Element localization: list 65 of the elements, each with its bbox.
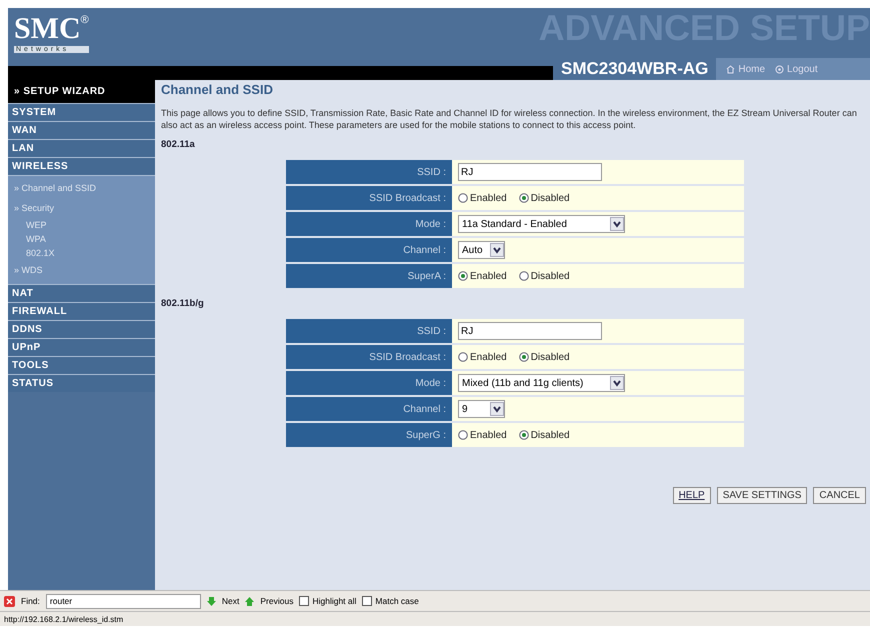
- registered-mark: ®: [80, 14, 89, 26]
- model-name: SMC2304WBR-AG: [560, 58, 710, 80]
- radio-label: Enabled: [470, 270, 507, 282]
- checkbox-label: Match case: [375, 596, 419, 606]
- cancel-button[interactable]: CANCEL: [813, 487, 866, 504]
- radio-button[interactable]: [518, 193, 529, 203]
- nav-section[interactable]: FIREWALL: [8, 302, 155, 320]
- dropdown[interactable]: 11a Standard - Enabled: [458, 215, 625, 233]
- radio-button[interactable]: [458, 271, 468, 281]
- radio-button[interactable]: [518, 271, 529, 281]
- field-label: SSID Broadcast :: [286, 186, 452, 212]
- field-label: SSID :: [286, 319, 452, 345]
- radio-button[interactable]: [518, 352, 529, 362]
- checkbox[interactable]: [299, 596, 310, 606]
- radio-button[interactable]: [458, 193, 468, 203]
- nav-section[interactable]: WIRELESS: [8, 157, 155, 175]
- radio-label: Enabled: [470, 192, 507, 204]
- ssid-field[interactable]: RJ: [458, 163, 602, 181]
- field-label: Channel :: [286, 238, 452, 264]
- section-heading: 802.11b/g: [161, 298, 205, 309]
- field-label: Mode :: [286, 212, 452, 238]
- checkbox[interactable]: [362, 596, 372, 606]
- previous-button[interactable]: Previous: [260, 596, 294, 606]
- radio-label: Disabled: [530, 430, 570, 440]
- field-label: Mode :: [286, 371, 452, 397]
- radio-label: Disabled: [530, 352, 570, 362]
- dropdown[interactable]: Auto: [458, 241, 505, 259]
- next-button[interactable]: Next: [222, 596, 240, 606]
- setup-wizard-link[interactable]: » SETUP WIZARD: [8, 80, 155, 103]
- help-button[interactable]: HELP: [672, 487, 711, 504]
- dropdown[interactable]: 9: [458, 400, 505, 418]
- nav-section[interactable]: STATUS: [8, 374, 155, 392]
- field-label: SSID :: [286, 160, 452, 186]
- nav-section[interactable]: SYSTEM: [8, 103, 155, 121]
- radio-label: Disabled: [530, 270, 570, 282]
- section-heading: 802.11a: [161, 139, 196, 150]
- field-label: SuperG :: [286, 423, 452, 449]
- dropdown[interactable]: Mixed (11b and 11g clients): [458, 374, 625, 392]
- power-icon[interactable]: [775, 64, 784, 74]
- save-button[interactable]: SAVE SETTINGS: [716, 487, 808, 504]
- nav-section[interactable]: WAN: [8, 121, 155, 139]
- page-description: This page allows you to define SSID, Transmission Rate, Basic Rate and Channel ID for wireless connection. In the wireless environment, the EZ Stream Universal Router can also act as an wireless access point. These parameters are used for the mobile stations to connect to this access point.: [161, 107, 858, 131]
- field-label: SuperA :: [286, 264, 452, 290]
- radio-label: Enabled: [470, 430, 507, 440]
- field-label: Channel :: [286, 397, 452, 423]
- nav-section[interactable]: UPnP: [8, 338, 155, 356]
- radio-button[interactable]: [458, 430, 468, 440]
- find-field[interactable]: router: [46, 594, 201, 608]
- nav-section[interactable]: NAT: [8, 284, 155, 302]
- nav-section[interactable]: LAN: [8, 139, 155, 157]
- field-label: SSID Broadcast :: [286, 345, 452, 371]
- radio-label: Disabled: [530, 192, 570, 204]
- find-label: Find:: [21, 596, 40, 606]
- nav-section[interactable]: TOOLS: [8, 356, 155, 374]
- ssid-field[interactable]: RJ: [458, 322, 602, 340]
- page-title: Channel and SSID: [161, 82, 274, 97]
- home-icon[interactable]: [726, 64, 736, 74]
- close-icon[interactable]: [4, 596, 15, 606]
- radio-button[interactable]: [458, 352, 468, 362]
- radio-button[interactable]: [518, 430, 529, 440]
- checkbox-label: Highlight all: [312, 596, 356, 606]
- logo: SMC: [14, 14, 81, 44]
- status-bar: http://192.168.2.1/wireless_id.stm: [0, 611, 870, 626]
- radio-label: Enabled: [470, 352, 507, 362]
- nav-section[interactable]: DDNS: [8, 320, 155, 338]
